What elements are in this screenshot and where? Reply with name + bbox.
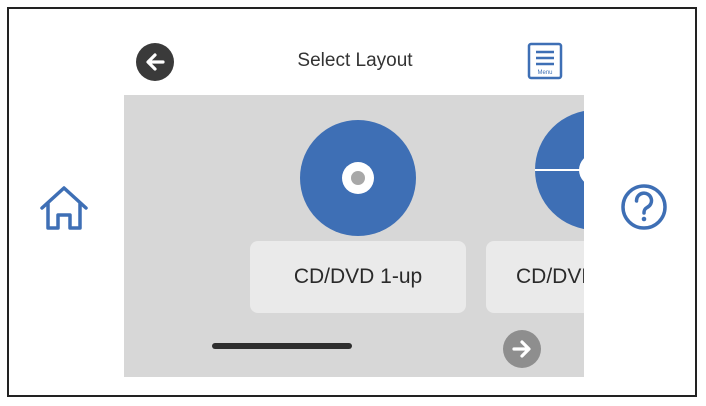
- layout-option-cd-dvd-partial[interactable]: CD/DVD: [486, 241, 584, 313]
- carousel-scroll-indicator: [212, 343, 352, 349]
- help-icon: [621, 184, 667, 230]
- disc-icon[interactable]: [300, 120, 416, 236]
- menu-caption: Menu: [537, 70, 552, 76]
- arrow-right-icon: [512, 340, 531, 358]
- page-title: Select Layout: [297, 50, 413, 71]
- disc-icon[interactable]: [535, 110, 584, 230]
- disc-hub: [579, 154, 584, 186]
- home-button[interactable]: [36, 183, 92, 233]
- menu-icon: Menu: [527, 42, 563, 80]
- home-icon: [40, 186, 88, 230]
- arrow-left-icon: [146, 53, 165, 71]
- next-button[interactable]: [503, 330, 541, 368]
- layout-carousel[interactable]: CD/DVD 1-up CD/DVD: [124, 95, 584, 377]
- disc-divider: [535, 169, 584, 171]
- help-button[interactable]: [619, 182, 669, 232]
- disc-hub: [342, 162, 374, 194]
- menu-button[interactable]: Menu: [527, 42, 563, 80]
- disc-hole: [351, 171, 365, 185]
- layout-option-cd-dvd-1-up[interactable]: CD/DVD 1-up: [250, 241, 466, 313]
- back-button[interactable]: [136, 43, 174, 81]
